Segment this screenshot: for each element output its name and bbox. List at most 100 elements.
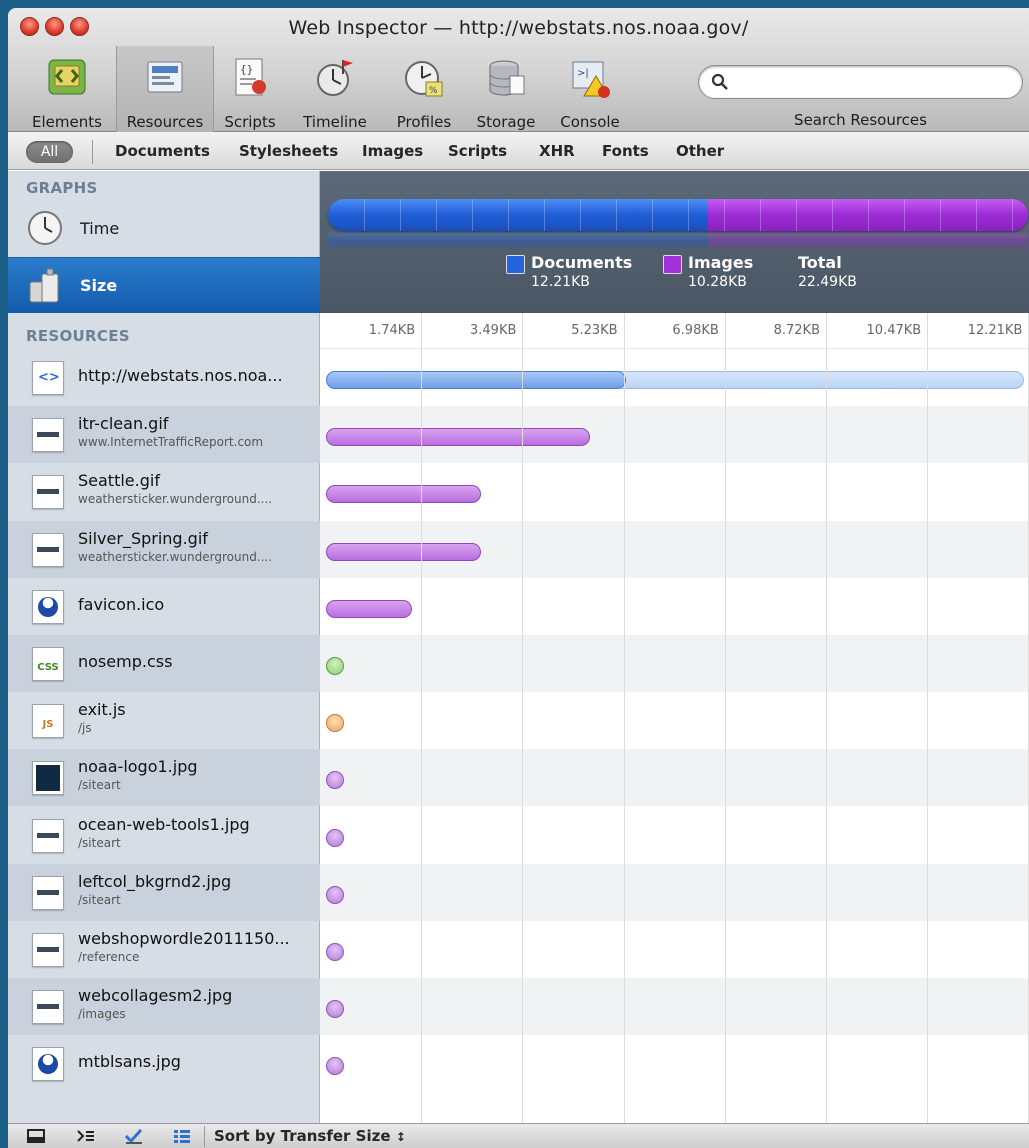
resource-row[interactable]: <> http://webstats.nos.noa... — [8, 349, 320, 406]
tool-storage[interactable]: Storage — [468, 46, 544, 132]
resource-row[interactable]: noaa-logo1.jpg/siteart — [8, 749, 320, 807]
resource-row[interactable]: itr-clean.gif www.InternetTrafficReport.c… — [8, 406, 320, 464]
console-prompt-icon[interactable] — [76, 1127, 96, 1145]
summary-tick — [976, 199, 977, 231]
resource-row[interactable]: mtblsans.jpg — [8, 1035, 320, 1092]
filter-documents[interactable]: Documents — [115, 142, 210, 160]
resource-domain: /siteart — [78, 778, 121, 793]
resource-row[interactable]: favicon.ico — [8, 578, 320, 635]
resource-size-dot — [326, 1000, 344, 1019]
js-file-icon: JS — [32, 704, 64, 739]
tool-scripts[interactable]: {} Scripts — [216, 46, 284, 132]
resource-filter-bar: All Documents Stylesheets Images Scripts… — [8, 132, 1029, 170]
resource-size-dot — [326, 771, 344, 790]
dock-icon[interactable] — [26, 1127, 46, 1145]
resource-row[interactable]: webcollagesm2.jpg/images — [8, 978, 320, 1036]
gif-image-icon — [32, 532, 64, 567]
filter-images[interactable]: Images — [362, 142, 423, 160]
filter-fonts[interactable]: Fonts — [602, 142, 649, 160]
summary-tick — [760, 199, 761, 231]
resource-size-dot — [326, 828, 344, 847]
resource-graph-row — [320, 978, 1029, 1036]
resource-domain: /siteart — [78, 892, 121, 907]
scale-tick-label: 3.49KB — [470, 323, 517, 338]
resource-name: nosemp.css — [78, 652, 173, 671]
jpg-image-icon — [32, 933, 64, 967]
resource-domain: weathersticker.wunderground.... — [78, 549, 273, 564]
resource-graph-row — [320, 692, 1029, 749]
size-summary-graph: Documents 12.21KB Images 10.28KB Total 2… — [320, 171, 1029, 313]
resource-row[interactable]: webshopwordle2011150... /reference — [8, 921, 320, 978]
resource-size-dot — [326, 657, 344, 675]
search-label: Search Resources — [794, 111, 927, 129]
summary-tick — [688, 199, 689, 231]
summary-tick — [1012, 199, 1013, 231]
legend-images-label: Images — [688, 253, 754, 272]
resource-graph-row — [320, 406, 1029, 464]
filter-xhr[interactable]: XHR — [539, 142, 575, 160]
summary-tick — [472, 199, 473, 231]
timeline-icon — [317, 60, 353, 96]
resource-graph-row — [320, 921, 1029, 978]
resource-size-bar — [326, 428, 590, 447]
scale-tick-label: 6.98KB — [672, 323, 719, 338]
sort-label: Sort by Transfer Size — [214, 1127, 391, 1145]
resource-row[interactable]: Seattle.gif weathersticker.wunderground..… — [8, 463, 320, 520]
tool-profiles[interactable]: % Profiles — [386, 46, 462, 132]
list-icon[interactable] — [172, 1127, 192, 1145]
resource-name: webcollagesm2.jpg — [78, 986, 233, 1006]
resource-row[interactable]: JS exit.js/js — [8, 692, 320, 749]
resource-row[interactable]: Silver_Spring.gif weathersticker.wundergr… — [8, 520, 320, 578]
search-input[interactable] — [698, 65, 1023, 99]
legend-documents-label: Documents — [531, 253, 633, 272]
check-icon[interactable] — [124, 1127, 144, 1145]
noaa-logo-thumb-icon — [32, 761, 64, 796]
resource-domain: /js — [78, 721, 92, 736]
profiles-icon: % — [405, 61, 443, 97]
resource-graph-area — [320, 349, 1029, 1123]
resource-graph-row — [320, 863, 1029, 921]
legend-total-label: Total — [798, 253, 842, 272]
resource-graph-row — [320, 749, 1029, 807]
elements-icon — [48, 59, 86, 95]
resource-graph-row — [320, 520, 1029, 578]
resource-domain: /images — [78, 1007, 126, 1022]
filter-stylesheets[interactable]: Stylesheets — [239, 142, 338, 160]
resource-name: exit.js — [78, 700, 126, 720]
resource-row[interactable]: leftcol_bkgrnd2.jpg/siteart — [8, 863, 320, 921]
resource-size-dot — [326, 943, 344, 961]
sort-by-select[interactable]: Sort by Transfer Size ↕ — [214, 1127, 406, 1145]
resource-graph-row — [320, 578, 1029, 635]
resource-domain: www.InternetTrafficReport.com — [78, 435, 264, 450]
jpg-image-icon — [32, 875, 64, 910]
tool-timeline[interactable]: Timeline — [290, 46, 380, 132]
graph-item-size[interactable]: Size — [8, 257, 320, 313]
svg-text:>|: >| — [577, 68, 589, 79]
storage-icon — [489, 60, 525, 96]
tool-console[interactable]: >| Console — [550, 46, 630, 132]
filter-scripts[interactable]: Scripts — [448, 142, 507, 160]
resource-name: Silver_Spring.gif — [78, 528, 208, 548]
filter-other[interactable]: Other — [676, 142, 724, 160]
resource-name: favicon.ico — [78, 594, 165, 614]
graph-item-time[interactable]: Time — [8, 201, 320, 257]
search-icon — [711, 73, 728, 90]
resource-graph-row — [320, 463, 1029, 520]
legend-swatch-documents — [506, 255, 525, 274]
summary-bar — [328, 199, 1028, 231]
tool-label: Elements — [32, 113, 102, 131]
scale-tick-label: 12.21KB — [967, 323, 1023, 338]
summary-tick — [940, 199, 941, 231]
tool-resources[interactable]: Resources — [116, 46, 214, 132]
tool-elements[interactable]: Elements — [18, 46, 116, 132]
summary-tick — [796, 199, 797, 231]
resource-row[interactable]: CSS nosemp.css — [8, 635, 320, 692]
scale-gridline — [522, 313, 524, 1123]
filter-all-button[interactable]: All — [26, 141, 73, 163]
summary-tick — [832, 199, 833, 231]
scale-tick-label: 10.47KB — [866, 323, 922, 338]
tool-label: Resources — [126, 113, 204, 131]
css-file-icon: CSS — [32, 647, 64, 681]
resource-size-bar — [326, 485, 481, 504]
resource-row[interactable]: ocean-web-tools1.jpg/siteart — [8, 807, 320, 864]
